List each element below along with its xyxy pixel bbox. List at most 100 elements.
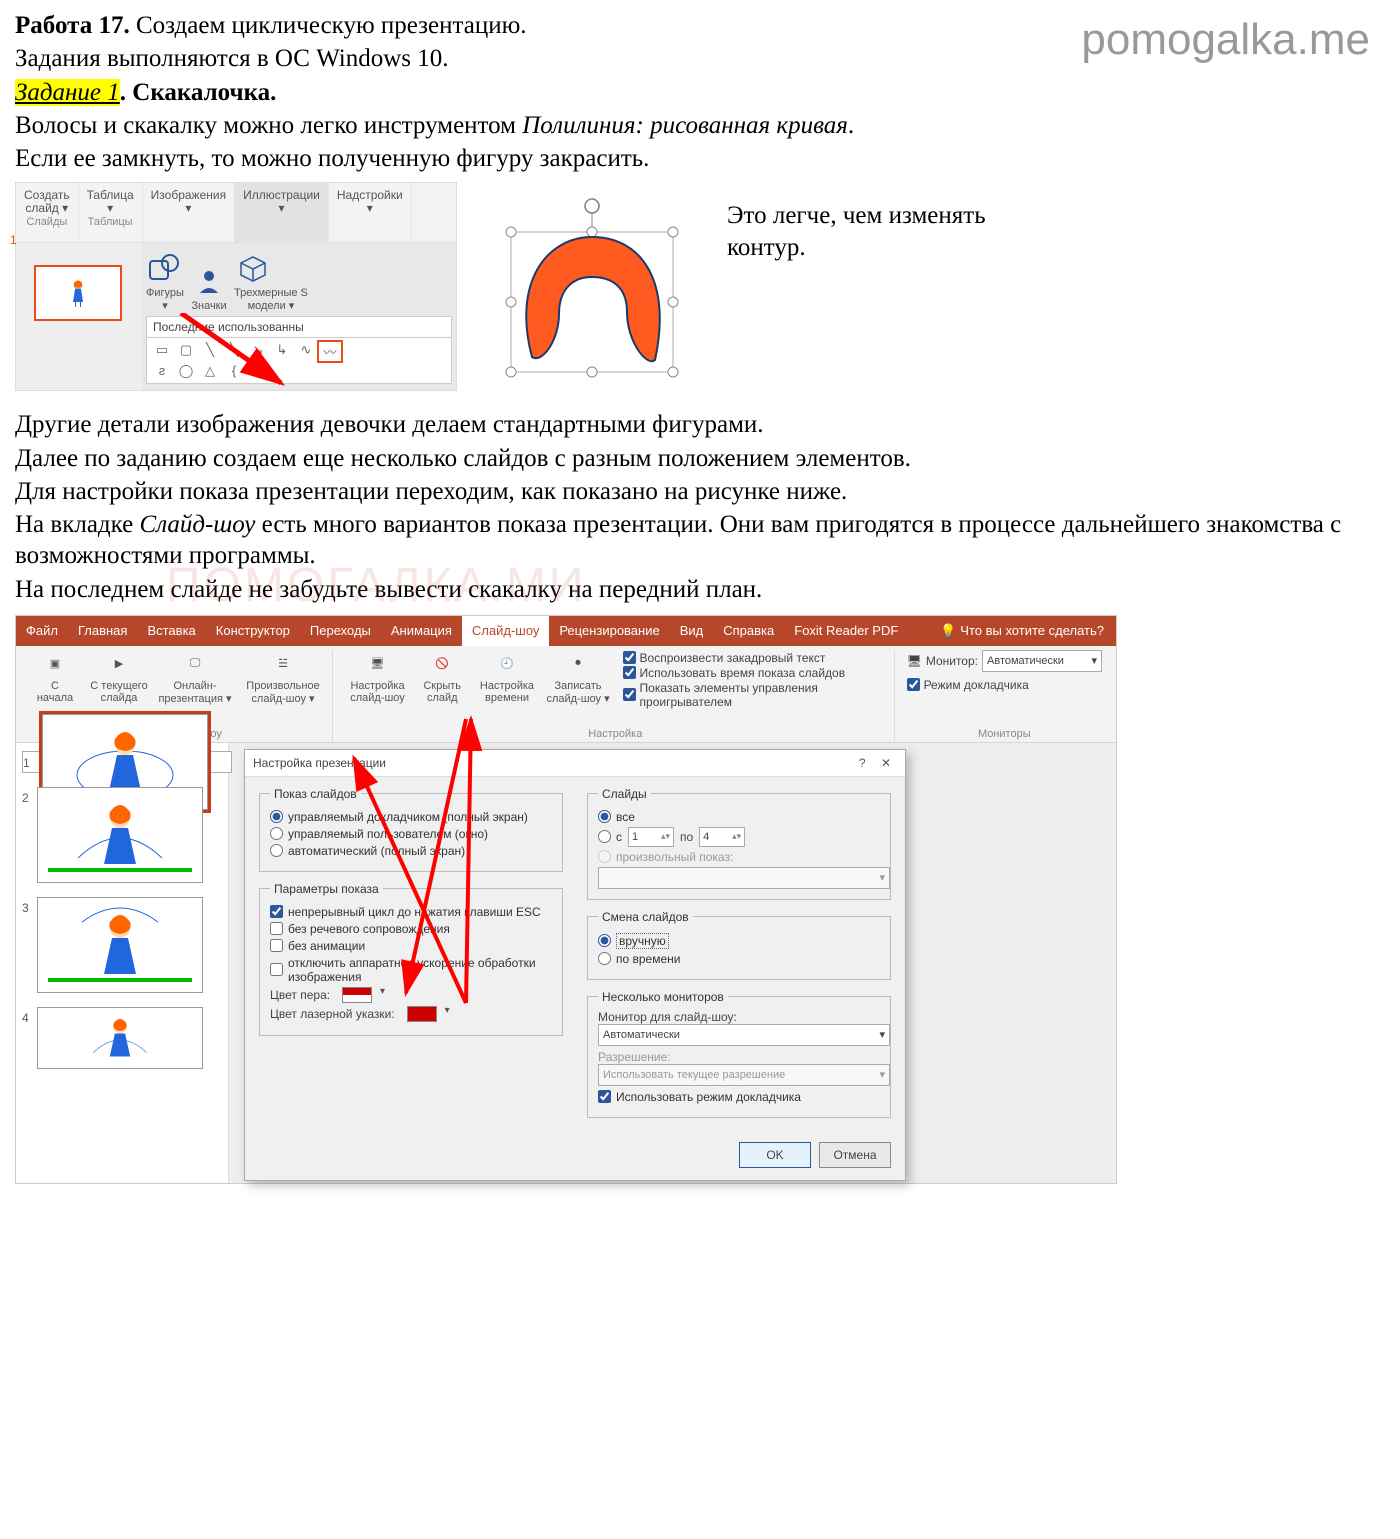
group-label: Настройка bbox=[345, 728, 886, 740]
3d-models-button[interactable]: Трехмерные S модели ▾ bbox=[234, 249, 308, 312]
shape-scribble-icon[interactable]: ƨ bbox=[151, 363, 173, 379]
monitor-select-dialog[interactable]: Автоматически▾ bbox=[598, 1024, 890, 1046]
ok-button[interactable]: OK bbox=[739, 1142, 811, 1168]
handle-icon[interactable] bbox=[668, 227, 678, 237]
paragraph: На последнем слайде не забудьте вывести … bbox=[15, 574, 1385, 605]
handle-icon[interactable] bbox=[668, 367, 678, 377]
setup-show-button[interactable]: 🖥Настройка слайд-шоу bbox=[345, 650, 410, 704]
slide-thumb-1[interactable]: 1 bbox=[22, 751, 232, 773]
rotate-handle-icon[interactable] bbox=[585, 199, 599, 213]
tab-foxit[interactable]: Foxit Reader PDF bbox=[784, 616, 908, 646]
radio-from-to[interactable]: с bbox=[598, 830, 622, 844]
hide-slide-button[interactable]: 🚫Скрыть слайд bbox=[416, 650, 468, 704]
radio-kiosk[interactable]: автоматический (полный экран) bbox=[270, 844, 552, 858]
to-input[interactable]: 4▴▾ bbox=[699, 827, 745, 847]
slide-number: 1 bbox=[10, 233, 17, 247]
group-label: Мониторы bbox=[907, 728, 1102, 740]
hair-freeform-shape[interactable] bbox=[526, 237, 660, 361]
radio-browsed[interactable]: управляемый пользователем (окно) bbox=[270, 827, 552, 841]
shape-brace2-icon[interactable]: } bbox=[247, 363, 269, 379]
rehearse-button[interactable]: 🕘Настройка времени bbox=[474, 650, 539, 704]
tab-animations[interactable]: Анимация bbox=[381, 616, 462, 646]
laser-color-row[interactable]: Цвет лазерной указки: bbox=[270, 1006, 552, 1022]
slides-range-group: Слайды все с 1▴▾ по 4▴▾ произвольный пок… bbox=[587, 787, 891, 900]
handle-icon[interactable] bbox=[506, 297, 516, 307]
tab-insert[interactable]: Вставка bbox=[137, 616, 205, 646]
show-controls-check[interactable]: Показать элементы управления проигрывате… bbox=[623, 681, 886, 709]
play-narrations-check[interactable]: Воспроизвести закадровый текст bbox=[623, 651, 886, 665]
tell-me-search[interactable]: 💡Что вы хотите сделать? bbox=[940, 623, 1116, 639]
help-icon[interactable]: ? bbox=[853, 756, 872, 770]
tab-file[interactable]: Файл bbox=[16, 616, 68, 646]
present-online-button[interactable]: 🖵Онлайн- презентация ▾ bbox=[154, 650, 236, 705]
from-input[interactable]: 1▴▾ bbox=[628, 827, 674, 847]
radio-manual[interactable]: вручную bbox=[598, 933, 880, 949]
radio-timed[interactable]: по времени bbox=[598, 952, 880, 966]
loop-check[interactable]: непрерывный цикл до нажатия клавиши ESC bbox=[270, 905, 552, 919]
shape-freeform-icon[interactable]: 〰 bbox=[319, 342, 341, 361]
custom-show-button[interactable]: ☱Произвольное слайд-шоу ▾ bbox=[242, 650, 324, 705]
slide-thumb-2[interactable]: 2 bbox=[22, 787, 222, 883]
shapes-button[interactable]: Фигуры ▾ bbox=[146, 249, 184, 312]
radio-all-slides[interactable]: все bbox=[598, 810, 880, 824]
tab-transitions[interactable]: Переходы bbox=[300, 616, 381, 646]
radio-custom-show: произвольный показ: bbox=[598, 850, 880, 864]
shape-brace1-icon[interactable]: { bbox=[223, 363, 245, 379]
recent-shapes-label: Последние использованны bbox=[146, 316, 452, 338]
shape-connector-icon[interactable]: ↳ bbox=[271, 342, 293, 361]
paragraph: Для настройки показа презентации переход… bbox=[15, 476, 1385, 507]
disable-hw-check[interactable]: отключить аппаратное ускорение обработки… bbox=[270, 956, 552, 984]
chevron-down-icon: ▾ bbox=[879, 871, 885, 884]
hair-shape-editor bbox=[487, 192, 697, 399]
no-animation-check[interactable]: без анимации bbox=[270, 939, 552, 953]
girl-icon bbox=[68, 278, 88, 308]
from-current-button[interactable]: ▶С текущего слайда bbox=[90, 650, 148, 704]
slide-thumbnail[interactable] bbox=[34, 265, 122, 321]
tab-help[interactable]: Справка bbox=[713, 616, 784, 646]
tab-design[interactable]: Конструктор bbox=[206, 616, 300, 646]
shape-tri-icon[interactable]: △ bbox=[199, 363, 221, 379]
handle-icon[interactable] bbox=[506, 227, 516, 237]
shape-line-icon[interactable]: ╲ bbox=[199, 342, 221, 361]
cancel-button[interactable]: Отмена bbox=[819, 1142, 891, 1168]
presenter-view-check[interactable]: Режим докладчика bbox=[907, 678, 1102, 692]
shape-line2-icon[interactable]: ╲ bbox=[223, 342, 245, 361]
ribbon-btn-table[interactable]: Таблица ▾Таблицы bbox=[79, 183, 143, 241]
no-narration-check[interactable]: без речевого сопровождения bbox=[270, 922, 552, 936]
icons-button[interactable]: Значки bbox=[190, 262, 228, 312]
slide-thumb-4[interactable]: 4 bbox=[22, 1007, 222, 1069]
radio-presenter[interactable]: управляемый докладчиком (полный экран) bbox=[270, 810, 552, 824]
tab-home[interactable]: Главная bbox=[68, 616, 137, 646]
record-button[interactable]: ⏺Записать слайд-шоу ▾ bbox=[546, 650, 611, 705]
ribbon-btn-new-slide[interactable]: Создать слайд ▾Слайды bbox=[16, 183, 79, 241]
shape-arrow-icon[interactable]: ↘ bbox=[247, 342, 269, 361]
tab-view[interactable]: Вид bbox=[670, 616, 714, 646]
tab-review[interactable]: Рецензирование bbox=[549, 616, 669, 646]
paragraph: Другие детали изображения девочки делаем… bbox=[15, 409, 1385, 440]
ribbon-btn-illustrations[interactable]: Иллюстрации ▾ bbox=[235, 183, 329, 241]
ribbon-btn-addins[interactable]: Надстройки ▾ bbox=[329, 183, 412, 241]
pen-color-row[interactable]: Цвет пера: bbox=[270, 987, 552, 1003]
handle-icon[interactable] bbox=[668, 297, 678, 307]
shape-textbox-icon[interactable]: ▭ bbox=[151, 342, 173, 361]
handle-icon[interactable] bbox=[506, 367, 516, 377]
slide-thumb-3[interactable]: 3 bbox=[22, 897, 222, 993]
shape-rect-icon[interactable]: ▢ bbox=[175, 342, 197, 361]
chevron-down-icon: ▾ bbox=[879, 1068, 885, 1081]
monitor-small-icon: 🖥 bbox=[907, 654, 922, 668]
side-note: Это легче, чем изменять контур. bbox=[727, 200, 1047, 263]
from-beginning-button[interactable]: ▣С начала bbox=[26, 650, 84, 704]
ribbon-btn-images[interactable]: Изображения ▾ bbox=[143, 183, 235, 241]
handle-icon[interactable] bbox=[587, 367, 597, 377]
tab-slideshow[interactable]: Слайд-шоу bbox=[462, 616, 549, 646]
chevron-down-icon: ▾ bbox=[1091, 654, 1097, 667]
close-icon[interactable]: ✕ bbox=[875, 756, 897, 770]
handle-icon[interactable] bbox=[587, 227, 597, 237]
task-heading: Задание 1. Скакалочка. bbox=[15, 77, 1385, 108]
recent-shapes-grid[interactable]: ▭ ▢ ╲ ╲ ↘ ↳ ∿ 〰 ƨ ◯ △ { } bbox=[146, 338, 452, 384]
monitor-select[interactable]: 🖥 Монитор: Автоматически▾ bbox=[907, 650, 1102, 672]
shape-oval-icon[interactable]: ◯ bbox=[175, 363, 197, 379]
shape-curve-icon[interactable]: ∿ bbox=[295, 342, 317, 361]
use-timings-check[interactable]: Использовать время показа слайдов bbox=[623, 666, 886, 680]
use-presenter-check[interactable]: Использовать режим докладчика bbox=[598, 1090, 880, 1104]
